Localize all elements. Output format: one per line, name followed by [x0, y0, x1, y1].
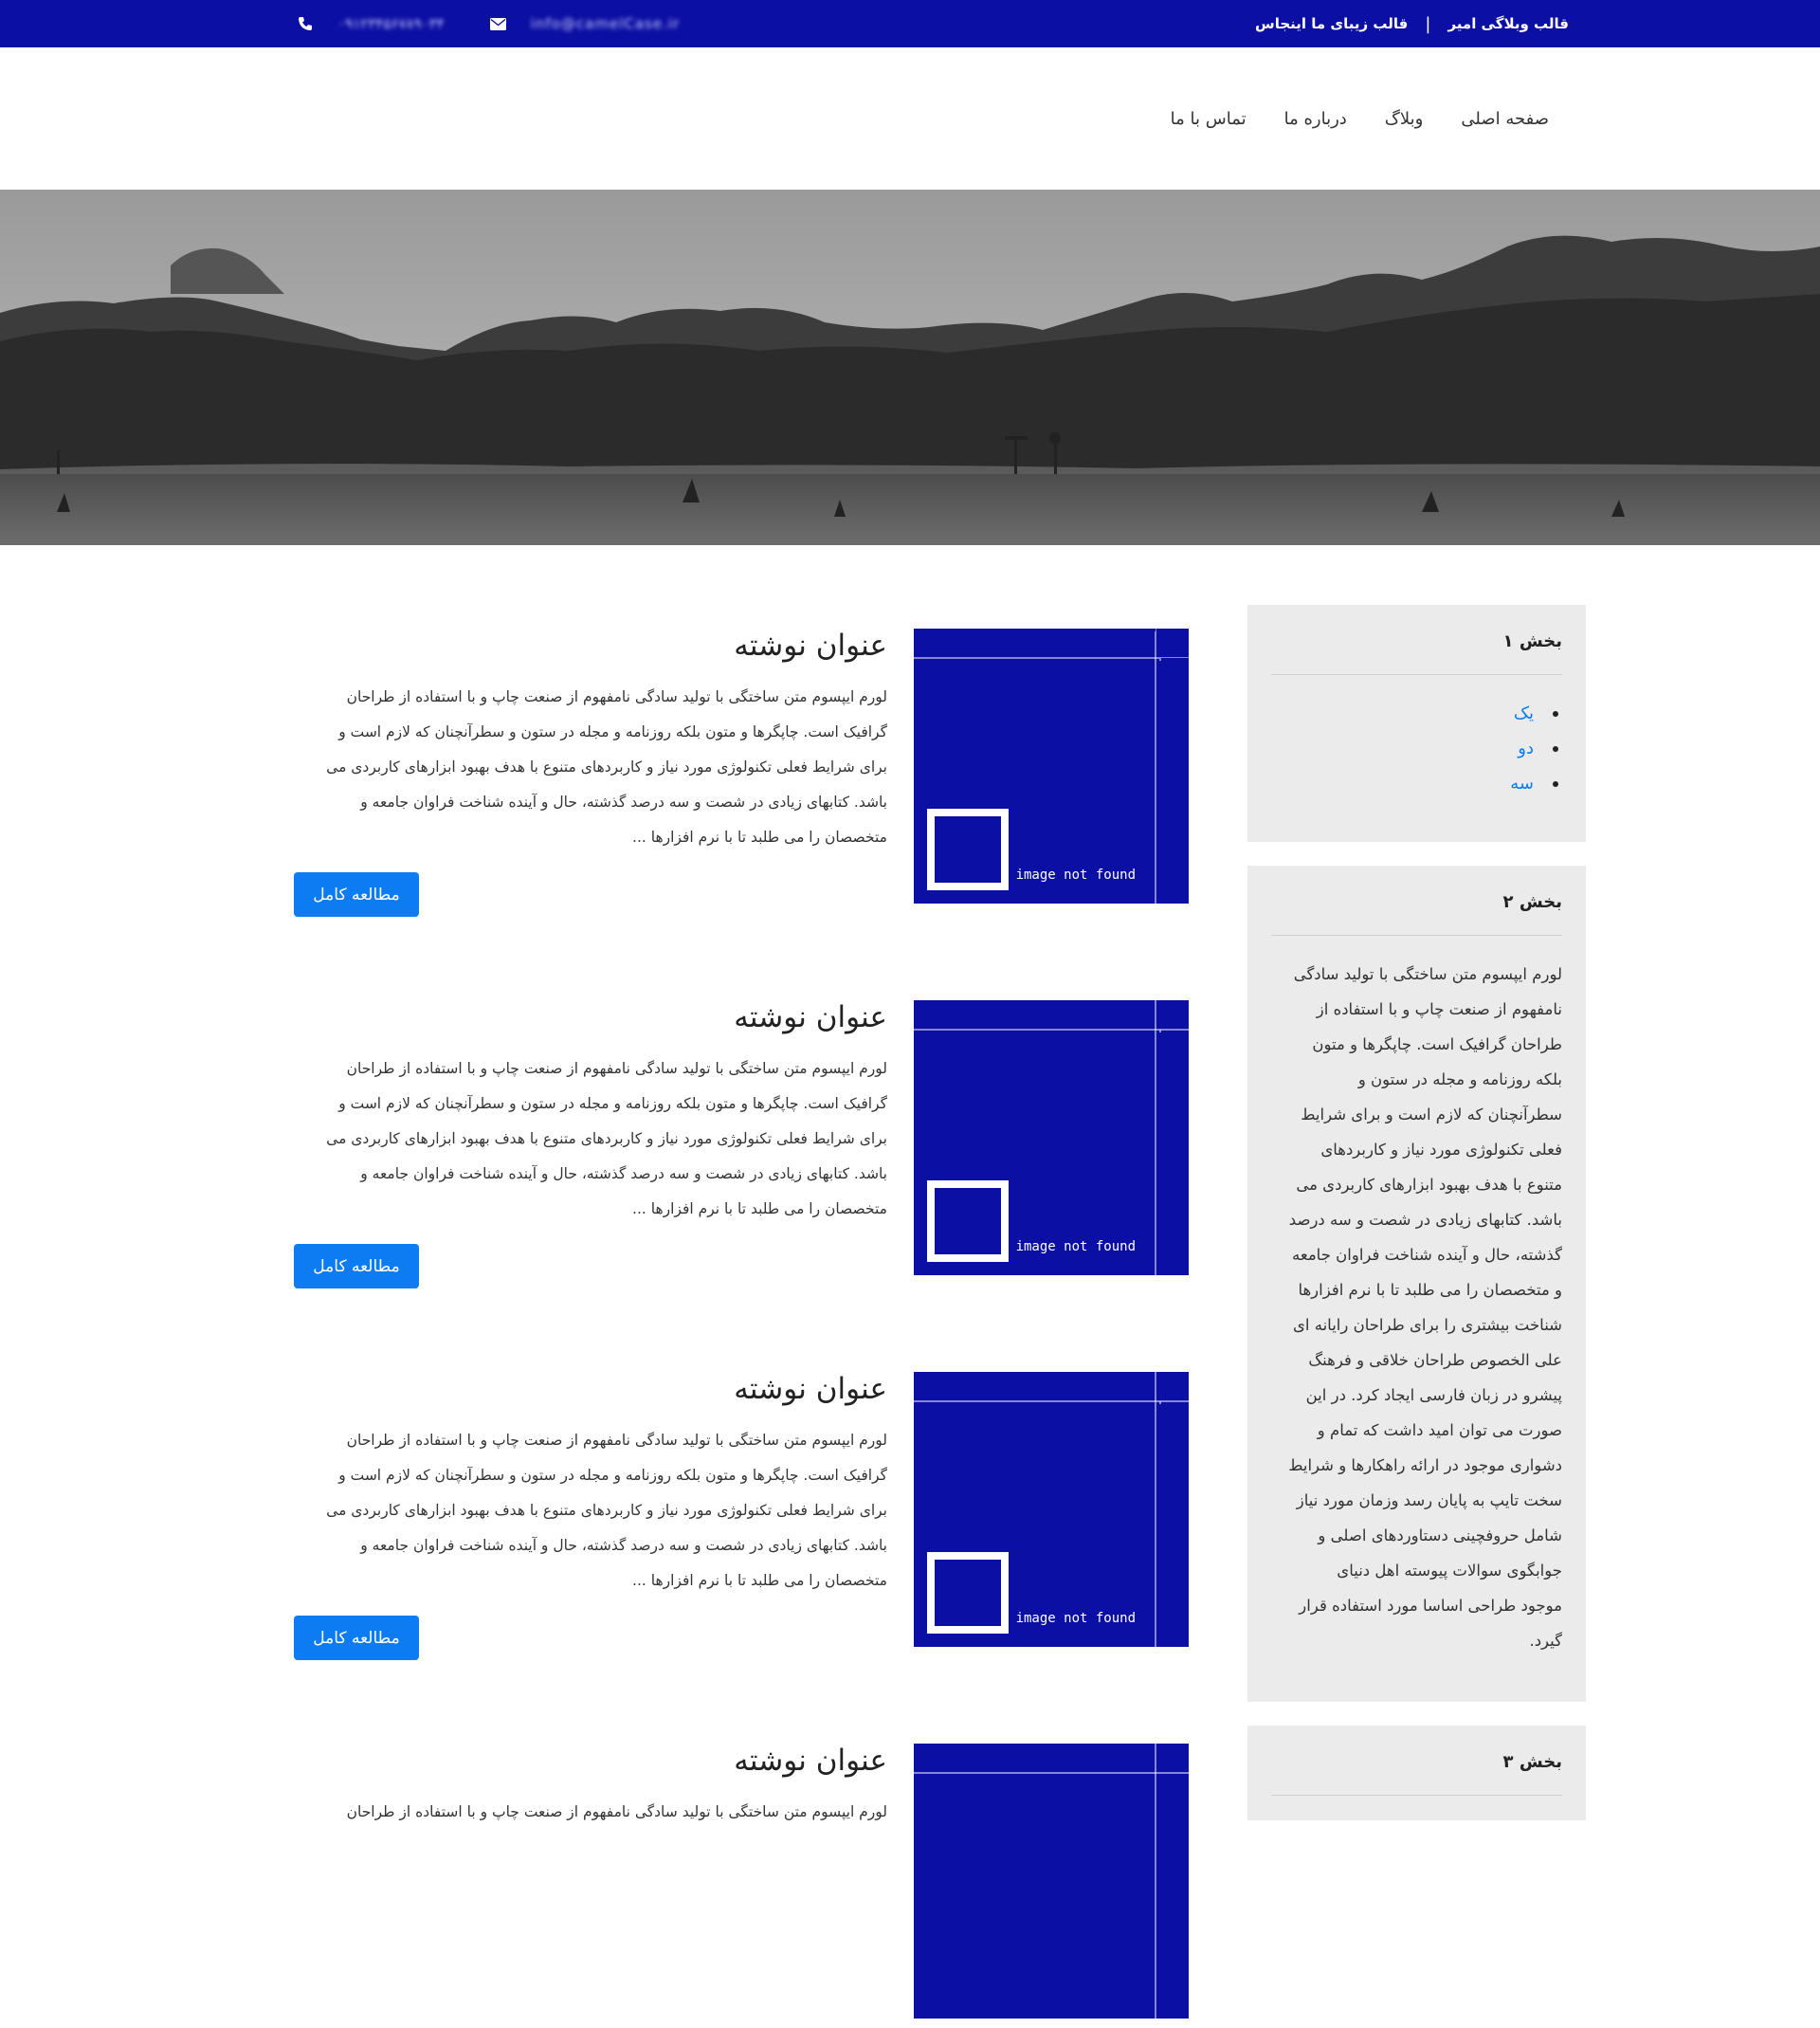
widget-link-two[interactable]: دو	[1510, 731, 1558, 766]
phone-number: ۰۹۱۲۳۴۵۶۷۸۹۰۳۴	[337, 15, 445, 32]
image-placeholder-text: image not found	[1016, 1611, 1136, 1626]
widget-text-line: گیرد.	[1529, 1632, 1562, 1650]
post-excerpt: لورم ایپسوم متن ساختگی با تولید سادگی نا…	[294, 1051, 887, 1227]
widget-link-one[interactable]: یک	[1510, 696, 1558, 731]
image-placeholder-text: image not found	[1016, 1239, 1136, 1254]
hero-desert-mountains-image	[0, 190, 1820, 545]
post-excerpt: لورم ایپسوم متن ساختگی با تولید سادگی نا…	[294, 1795, 887, 1830]
sidebar-widget-2: بخش ۲ لورم ایپسوم متن ساختگی با تولید سا…	[1247, 866, 1586, 1702]
post-card-3: image not found عنوان نوشته لورم ایپسوم …	[294, 1372, 1189, 1660]
widget-text-line: شامل حروفچینی دستاوردهای اصلی و	[1318, 1526, 1562, 1544]
widget-text-line: سخت تایپ به پایان رسد وزمان مورد نیاز	[1296, 1491, 1562, 1509]
excerpt-line: لورم ایپسوم متن ساختگی با تولید سادگی نا…	[346, 1060, 887, 1077]
widget-title: بخش ۱	[1502, 631, 1562, 651]
phone-icon	[298, 16, 313, 31]
widget-title: بخش ۳	[1502, 1752, 1562, 1772]
post-excerpt: لورم ایپسوم متن ساختگی با تولید سادگی نا…	[294, 680, 887, 855]
widget-text-line: بلکه روزنامه و مجله در ستون و	[1357, 1070, 1562, 1088]
widget-text-line: فعلی تکنولوژی مورد نیاز و کاربردهای	[1320, 1141, 1562, 1159]
phone-contact[interactable]: ۰۹۱۲۳۴۵۶۷۸۹۰۳۴	[298, 15, 445, 32]
email-address: info@camelCase.ir	[530, 15, 681, 32]
widget-text-line: سطرآنچنان که لازم است و برای شرایط	[1301, 1105, 1562, 1124]
sidebar-widget-1: بخش ۱ یک دو سه	[1247, 605, 1586, 842]
excerpt-line: گرافیک است. چاپگرها و متون بلکه روزنامه …	[338, 1467, 887, 1484]
widget-text-line: باشد. کتابهای زیادی در شصت و سه درصد	[1288, 1211, 1562, 1229]
excerpt-line: لورم ایپسوم متن ساختگی با تولید سادگی نا…	[346, 1432, 887, 1449]
nav-item-blog[interactable]: وبلاگ	[1385, 109, 1424, 129]
excerpt-line: لورم ایپسوم متن ساختگی با تولید سادگی نا…	[346, 1803, 887, 1820]
read-more-button[interactable]: مطالعه کامل	[294, 1616, 419, 1660]
top-bar: قالب وبلاگی امیر | قالب زیبای ما اینجاس …	[0, 0, 1820, 47]
nav-item-contact[interactable]: تماس با ما	[1171, 109, 1247, 129]
post-title[interactable]: عنوان نوشته	[734, 1000, 887, 1034]
hero-banner	[0, 190, 1820, 545]
widget-link-list: یک دو سه	[1510, 696, 1558, 801]
widget-text-line: صورت می توان امید داشت که تمام و	[1317, 1421, 1562, 1439]
top-bar-contact: ۰۹۱۲۳۴۵۶۷۸۹۰۳۴ info@camelCase.ir	[298, 0, 680, 47]
widget-text-line: گذشته، حال و آینده شناخت فراوان جامعه	[1292, 1246, 1562, 1264]
excerpt-line: گرافیک است. چاپگرها و متون بلکه روزنامه …	[338, 1095, 887, 1112]
widget-divider	[1271, 1795, 1562, 1796]
widget-text-line: دشواری موجود در ارائه راهکارها و شرایط	[1288, 1456, 1562, 1474]
post-thumbnail-1[interactable]: image not found	[914, 629, 1189, 904]
excerpt-line: متخصصان را می طلبد تا با نرم افزارها ...	[632, 1200, 887, 1217]
widget-text-line: نامفهوم از صنعت چاپ و با استفاده از	[1316, 1000, 1562, 1018]
top-bar-brand: قالب وبلاگی امیر | قالب زیبای ما اینجاس	[1255, 0, 1569, 47]
widget-text-line: و متخصصان را می طلبد تا با نرم افزارها	[1298, 1281, 1562, 1299]
sidebar-widget-3: بخش ۳	[1247, 1726, 1586, 1820]
excerpt-line: برای شرایط فعلی تکنولوژی مورد نیاز و کار…	[326, 1502, 887, 1519]
post-thumbnail-2[interactable]: image not found	[914, 1000, 1189, 1275]
post-card-4: عنوان نوشته لورم ایپسوم متن ساختگی با تو…	[294, 1744, 1189, 2028]
image-placeholder-text: image not found	[1016, 868, 1136, 883]
brand-separator: |	[1425, 13, 1431, 34]
post-title[interactable]: عنوان نوشته	[734, 629, 887, 663]
excerpt-line: باشد. کتابهای زیادی در شصت و سه درصد گذش…	[360, 1537, 887, 1554]
brand-tagline: قالب زیبای ما اینجاس	[1255, 15, 1409, 32]
post-excerpt: لورم ایپسوم متن ساختگی با تولید سادگی نا…	[294, 1423, 887, 1599]
excerpt-line: برای شرایط فعلی تکنولوژی مورد نیاز و کار…	[326, 758, 887, 776]
nav-menu: صفحه اصلی وبلاگ درباره ما تماس با ما	[1171, 47, 1549, 190]
widget-text-line: متنوع با هدف بهبود ابزارهای کاربردی می	[1296, 1176, 1562, 1194]
excerpt-line: گرافیک است. چاپگرها و متون بلکه روزنامه …	[338, 723, 887, 740]
read-more-button[interactable]: مطالعه کامل	[294, 872, 419, 917]
main-navbar: صفحه اصلی وبلاگ درباره ما تماس با ما	[0, 47, 1820, 190]
widget-divider	[1271, 674, 1562, 675]
excerpt-line: باشد. کتابهای زیادی در شصت و سه درصد گذش…	[360, 1165, 887, 1182]
widget-title: بخش ۲	[1502, 892, 1562, 912]
widget-text-line: علی الخصوص طراحان خلاقی و فرهنگ	[1308, 1351, 1562, 1369]
post-thumbnail-3[interactable]: image not found	[914, 1372, 1189, 1647]
post-title[interactable]: عنوان نوشته	[734, 1744, 887, 1778]
brand-title[interactable]: قالب وبلاگی امیر	[1447, 15, 1569, 32]
post-card-1: image not found عنوان نوشته لورم ایپسوم …	[294, 629, 1189, 917]
post-card-2: image not found عنوان نوشته لورم ایپسوم …	[294, 1000, 1189, 1288]
nav-item-home[interactable]: صفحه اصلی	[1461, 109, 1549, 129]
widget-divider	[1271, 935, 1562, 936]
widget-text-line: موجود طراحی اساسا مورد استفاده قرار	[1299, 1597, 1562, 1615]
nav-item-about[interactable]: درباره ما	[1284, 109, 1347, 129]
excerpt-line: متخصصان را می طلبد تا با نرم افزارها ...	[632, 1572, 887, 1589]
excerpt-line: متخصصان را می طلبد تا با نرم افزارها ...	[632, 829, 887, 846]
widget-text-line: پیشرو در زبان فارسی ایجاد کرد. در این	[1305, 1386, 1562, 1404]
excerpt-line: برای شرایط فعلی تکنولوژی مورد نیاز و کار…	[326, 1130, 887, 1147]
email-contact[interactable]: info@camelCase.ir	[489, 15, 681, 32]
widget-text-line: طراحان گرافیک است. چاپگرها و متون	[1312, 1035, 1562, 1053]
widget-text-line: شناخت بیشتری را برای طراحان رایانه ای	[1292, 1316, 1562, 1334]
read-more-button[interactable]: مطالعه کامل	[294, 1244, 419, 1288]
post-title[interactable]: عنوان نوشته	[734, 1372, 887, 1406]
widget-text: لورم ایپسوم متن ساختگی با تولید سادگی نا…	[1288, 957, 1562, 1658]
widget-link-three[interactable]: سه	[1510, 766, 1558, 801]
excerpt-line: باشد. کتابهای زیادی در شصت و سه درصد گذش…	[360, 794, 887, 811]
post-thumbnail-4[interactable]	[914, 1744, 1189, 2019]
envelope-icon	[489, 17, 506, 30]
excerpt-line: لورم ایپسوم متن ساختگی با تولید سادگی نا…	[346, 688, 887, 705]
widget-text-line: لورم ایپسوم متن ساختگی با تولید سادگی	[1293, 965, 1562, 983]
widget-text-line: جوابگوی سوالات پیوسته اهل دنیای	[1337, 1562, 1562, 1580]
